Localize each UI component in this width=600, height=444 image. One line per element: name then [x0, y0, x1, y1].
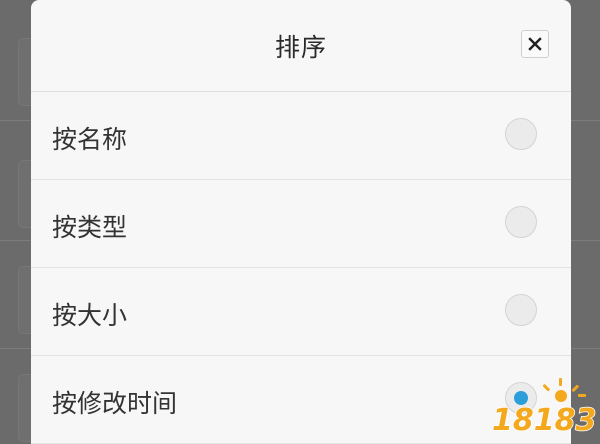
sort-option-name[interactable]: 按名称	[31, 92, 571, 180]
sort-option-size[interactable]: 按大小	[31, 268, 571, 356]
dialog-title: 排序	[274, 33, 327, 62]
option-label: 按修改时间	[52, 389, 178, 418]
close-button[interactable]	[521, 30, 549, 58]
radio-button[interactable]	[505, 206, 537, 238]
background-thumbnail	[18, 266, 31, 334]
radio-button[interactable]	[505, 118, 537, 150]
option-label: 按名称	[52, 125, 128, 154]
option-label: 按类型	[52, 213, 128, 242]
background-thumbnail	[18, 160, 31, 228]
sort-option-type[interactable]: 按类型	[31, 180, 571, 268]
radio-button[interactable]	[505, 294, 537, 326]
background-thumbnail	[18, 38, 31, 106]
dialog-header: 排序	[31, 0, 571, 92]
close-icon	[528, 37, 542, 51]
background-thumbnail	[18, 374, 31, 442]
option-label: 按大小	[52, 301, 128, 330]
watermark-text: 18183	[492, 403, 596, 438]
watermark-logo: 18183	[491, 378, 596, 439]
sun-rays-icon	[542, 378, 586, 402]
